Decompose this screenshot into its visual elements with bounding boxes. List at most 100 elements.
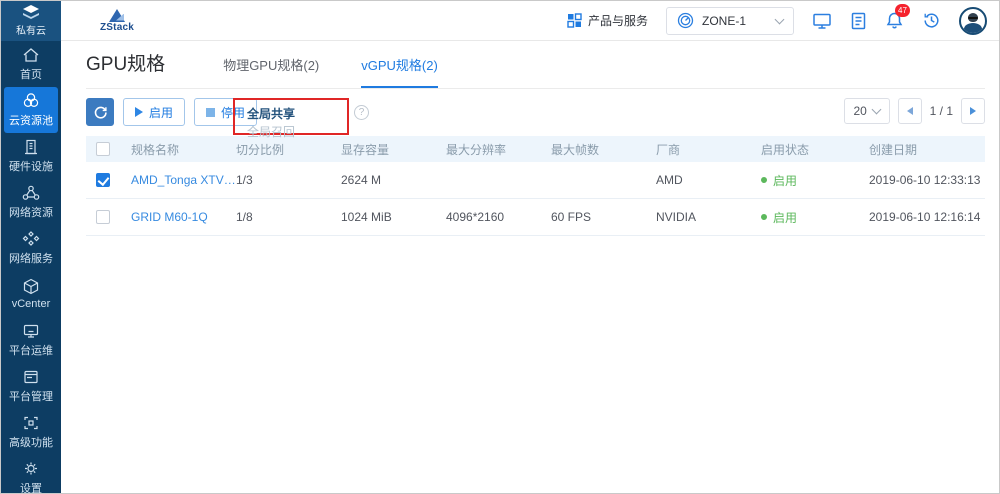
- vendor-cell: NVIDIA: [656, 210, 761, 224]
- products-services-label: 产品与服务: [588, 12, 648, 29]
- global-share-menu-item[interactable]: 全局共享: [247, 105, 295, 122]
- sidebar-item-hardware[interactable]: 硬件设施: [4, 133, 58, 179]
- sidebar-item-home[interactable]: 首页: [4, 41, 58, 87]
- column-header-name: 规格名称: [131, 141, 236, 158]
- zone-icon: [677, 12, 694, 29]
- column-header-memory: 显存容量: [341, 141, 446, 158]
- advanced-features-icon: [22, 415, 40, 431]
- created-cell: 2019-06-10 12:33:13: [869, 173, 985, 187]
- stop-icon: [206, 108, 215, 117]
- table-header-row: 规格名称 切分比例 显存容量 最大分辨率 最大帧数 厂商 启用状态 创建日期: [86, 136, 985, 162]
- fps-cell: 60 FPS: [551, 210, 656, 224]
- column-header-vendor: 厂商: [656, 141, 761, 158]
- sidebar-item-network-resource[interactable]: 网络资源: [4, 179, 58, 225]
- sidebar-item-label: 平台管理: [9, 388, 53, 404]
- enable-button[interactable]: 启用: [123, 98, 185, 126]
- content: GPU规格 物理GPU规格(2) vGPU规格(2) 启用: [61, 41, 999, 236]
- sidebar-item-label: 网络资源: [9, 204, 53, 220]
- sidebar-item-label: 云资源池: [9, 112, 53, 128]
- app-window: 私有云 首页 云资源池 硬件设施 网络资源: [0, 0, 1000, 494]
- table-row[interactable]: GRID M60-1Q 1/8 1024 MiB 4096*2160 60 FP…: [86, 199, 985, 236]
- sidebar-brand: 私有云: [1, 1, 61, 41]
- zone-select[interactable]: ZONE-1: [666, 7, 794, 35]
- page-indicator: 1 / 1: [930, 104, 953, 118]
- page-header: GPU规格 物理GPU规格(2) vGPU规格(2): [86, 41, 985, 89]
- status-cell: 启用: [761, 172, 869, 189]
- zone-select-value: ZONE-1: [702, 14, 768, 28]
- prev-arrow-icon: [907, 107, 913, 115]
- sidebar-item-label: 网络服务: [9, 250, 53, 266]
- gear-icon: [22, 460, 40, 477]
- topbar-right: 产品与服务 ZONE-1: [567, 7, 987, 35]
- select-all-checkbox[interactable]: [96, 142, 110, 156]
- tab-physical-gpu[interactable]: 物理GPU规格(2): [223, 55, 319, 88]
- tab-bar: 物理GPU规格(2) vGPU规格(2): [223, 55, 438, 88]
- prev-page-button[interactable]: [898, 98, 922, 124]
- refresh-icon: [93, 105, 108, 120]
- memory-cell: 1024 MiB: [341, 210, 446, 224]
- ratio-cell: 1/3: [236, 173, 341, 187]
- notification-count-badge: 47: [895, 4, 910, 17]
- vcenter-cube-icon: [22, 278, 40, 295]
- sidebar-item-settings[interactable]: 设置: [4, 455, 58, 494]
- hardware-icon: [22, 139, 40, 155]
- private-cloud-logo-icon: [21, 5, 41, 21]
- help-icon[interactable]: ?: [354, 105, 369, 120]
- grid-icon: [567, 13, 582, 28]
- status-cell: 启用: [761, 209, 869, 226]
- document-button[interactable]: [850, 12, 867, 30]
- spec-name-link[interactable]: AMD_Tonga XTV G...: [131, 173, 236, 187]
- refresh-button[interactable]: [86, 98, 114, 126]
- next-page-button[interactable]: [961, 98, 985, 124]
- user-avatar[interactable]: [959, 7, 987, 35]
- memory-cell: 2624 M: [341, 173, 446, 187]
- document-icon: [850, 12, 867, 30]
- products-services-menu[interactable]: 产品与服务: [567, 12, 648, 29]
- status-text: 启用: [773, 172, 797, 189]
- status-text: 启用: [773, 209, 797, 226]
- network-resource-icon: [22, 185, 40, 201]
- status-dot-icon: [761, 214, 767, 220]
- topbar: ZStack 产品与服务 ZONE-1: [61, 1, 999, 41]
- next-arrow-icon: [970, 107, 976, 115]
- row-checkbox[interactable]: [96, 173, 110, 187]
- column-header-fps: 最大帧数: [551, 141, 656, 158]
- vendor-cell: AMD: [656, 173, 761, 187]
- page-size-value: 20: [853, 104, 866, 118]
- page-title: GPU规格: [86, 49, 165, 88]
- management-icon: [22, 369, 40, 385]
- sidebar-item-vcenter[interactable]: vCenter: [4, 271, 58, 317]
- column-header-status: 启用状态: [761, 141, 869, 158]
- gpu-spec-table: 规格名称 切分比例 显存容量 最大分辨率 最大帧数 厂商 启用状态 创建日期 A…: [86, 136, 985, 236]
- chevron-down-icon: [775, 14, 785, 24]
- sidebar-item-platform-ops[interactable]: 平台运维: [4, 317, 58, 363]
- page-size-select[interactable]: 20: [844, 98, 890, 124]
- sidebar-item-label: 高级功能: [9, 434, 53, 450]
- table-row[interactable]: AMD_Tonga XTV G... 1/3 2624 M AMD 启用 201…: [86, 162, 985, 199]
- zstack-logo: ZStack: [89, 9, 145, 33]
- global-recall-menu-item[interactable]: 全局召回: [247, 123, 295, 140]
- play-icon: [135, 107, 143, 117]
- ratio-cell: 1/8: [236, 210, 341, 224]
- clock-icon: [922, 11, 941, 30]
- sidebar-item-label: vCenter: [12, 298, 51, 310]
- column-header-ratio: 切分比例: [236, 141, 341, 158]
- spec-name-link[interactable]: GRID M60-1Q: [131, 210, 236, 224]
- monitor-icon: [812, 12, 832, 30]
- notifications-button[interactable]: 47: [885, 11, 904, 30]
- sidebar-item-label: 硬件设施: [9, 158, 53, 174]
- row-checkbox[interactable]: [96, 210, 110, 224]
- console-button[interactable]: [812, 12, 832, 30]
- red-annotation-box: 全局共享 全局召回: [233, 98, 349, 135]
- sidebar-item-advanced[interactable]: 高级功能: [4, 409, 58, 455]
- zstack-logo-text: ZStack: [100, 22, 134, 33]
- history-button[interactable]: [922, 11, 941, 30]
- avatar-glasses: [968, 17, 978, 19]
- home-icon: [22, 47, 40, 63]
- sidebar-item-platform-management[interactable]: 平台管理: [4, 363, 58, 409]
- sidebar-item-cloud-resource-pool[interactable]: 云资源池: [4, 87, 58, 133]
- tab-vgpu[interactable]: vGPU规格(2): [361, 55, 438, 88]
- sidebar-item-network-service[interactable]: 网络服务: [4, 225, 58, 271]
- pagination: 20 1 / 1: [844, 98, 985, 124]
- toolbar: 启用 停用 全局共享 全局召回 ? 20: [86, 98, 985, 136]
